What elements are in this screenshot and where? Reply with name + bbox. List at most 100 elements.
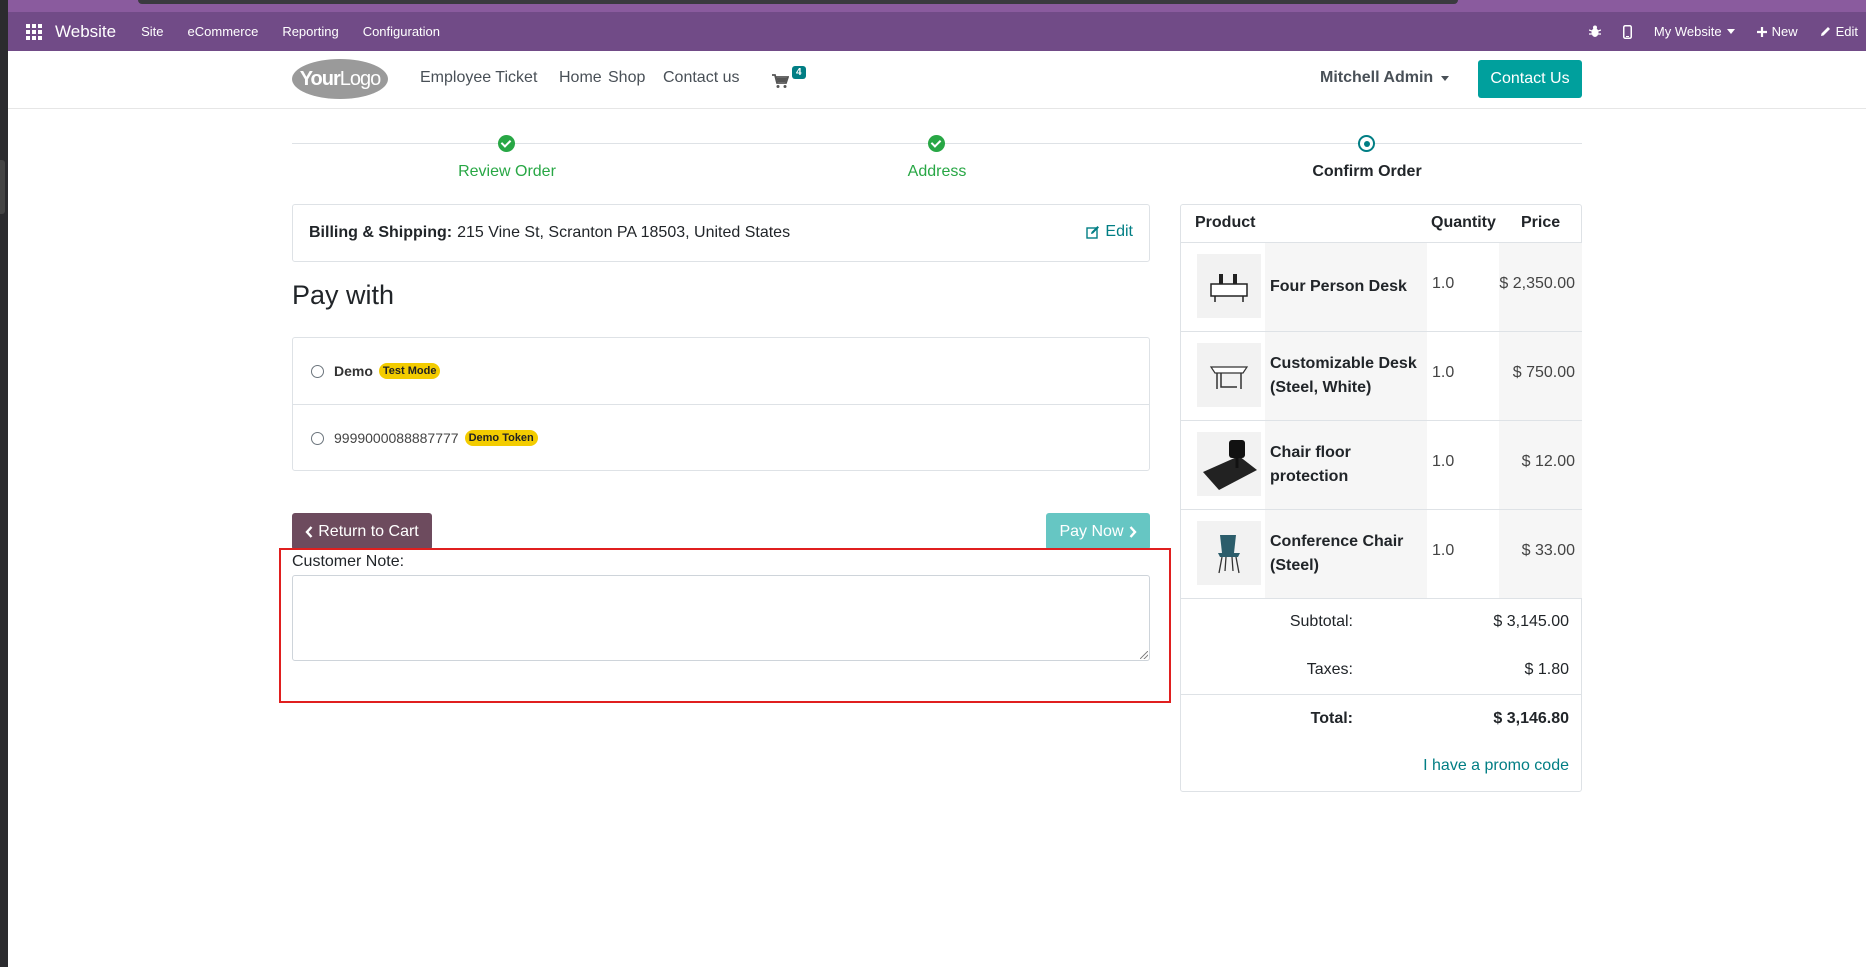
product-price: $ 750.00 [1512, 364, 1575, 381]
table-row: Customizable Desk (Steel, White) 1.0 $ 7… [1181, 332, 1582, 421]
app-name[interactable]: Website [55, 22, 116, 42]
test-mode-badge: Test Mode [378, 363, 441, 379]
order-summary: Product Quantity Price Four Person Desk … [1180, 204, 1582, 792]
table-row: Chair floor protection 1.0 $ 12.00 [1181, 421, 1582, 510]
step-confirm-order: Confirm Order [1312, 163, 1422, 180]
plus-icon [1756, 26, 1767, 37]
product-name[interactable]: Conference Chair (Steel) [1270, 510, 1420, 598]
billing-address: 215 Vine St, Scranton PA 18503, United S… [457, 224, 791, 241]
subtotal-row: Subtotal: $ 3,145.00 [1181, 599, 1581, 647]
pencil-icon [1820, 27, 1830, 36]
step-review-order-check-icon [498, 135, 515, 152]
subtotal-value: $ 3,145.00 [1493, 613, 1569, 630]
contact-us-button[interactable]: Contact Us [1478, 60, 1582, 98]
user-name: Mitchell Admin [1320, 69, 1434, 86]
cart-link[interactable]: 4 [772, 66, 806, 93]
billing-edit-link[interactable]: Edit [1086, 223, 1133, 241]
taxes-label: Taxes: [1306, 661, 1353, 678]
logo-text-light: Logo [339, 67, 381, 90]
resize-grip-icon[interactable] [1140, 651, 1148, 659]
site-logo[interactable]: Your Logo [292, 59, 388, 99]
customer-note-label: Customer Note: [292, 553, 405, 570]
product-qty: 1.0 [1432, 275, 1455, 292]
product-image-floor-protection[interactable] [1197, 432, 1261, 496]
product-qty: 1.0 [1432, 453, 1455, 470]
billing-label: Billing & Shipping: [309, 224, 453, 241]
header-quantity: Quantity [1431, 214, 1496, 231]
new-label: New [1771, 24, 1798, 39]
nav-contact-us[interactable]: Contact us [663, 69, 739, 87]
billing-shipping-card: Billing & Shipping: 215 Vine St, Scranto… [292, 204, 1150, 262]
subtotal-label: Subtotal: [1289, 613, 1353, 630]
product-name[interactable]: Four Person Desk [1270, 243, 1420, 331]
demo-token-badge: Demo Token [464, 430, 538, 446]
logo-text-bold: Your [299, 67, 341, 90]
left-window-edge [0, 0, 8, 967]
bug-icon[interactable] [1588, 25, 1601, 38]
product-name[interactable]: Chair floor protection [1270, 421, 1420, 509]
menu-reporting[interactable]: Reporting [282, 24, 338, 39]
product-image-conference-chair[interactable] [1197, 521, 1261, 585]
step-address[interactable]: Address [837, 163, 1037, 181]
promo-code-link[interactable]: I have a promo code [1423, 757, 1569, 775]
edit-button[interactable]: Edit [1820, 24, 1858, 39]
product-image-desk[interactable] [1197, 254, 1261, 318]
product-price: $ 2,350.00 [1499, 275, 1575, 292]
nav-shop[interactable]: Shop [608, 69, 645, 87]
mobile-preview-icon[interactable] [1622, 24, 1632, 39]
payment-option-demo[interactable]: Demo Test Mode [293, 338, 1149, 404]
product-qty: 1.0 [1432, 364, 1455, 381]
website-selector[interactable]: My Website [1654, 24, 1735, 39]
customer-note-textarea[interactable] [292, 575, 1150, 661]
payment-option-token[interactable]: 9999000088887777 Demo Token [293, 405, 1149, 471]
payment-radio-token[interactable] [311, 431, 324, 445]
pay-now-button[interactable]: Pay Now [1046, 513, 1150, 550]
product-image-custom-desk[interactable] [1197, 343, 1261, 407]
edit-icon [1086, 226, 1100, 239]
step-review-order[interactable]: Review Order [407, 163, 607, 181]
table-row: Conference Chair (Steel) 1.0 $ 33.00 [1181, 510, 1582, 599]
step-confirm-order-dot-icon [1358, 135, 1375, 152]
product-name[interactable]: Customizable Desk (Steel, White) [1270, 332, 1420, 420]
billing-edit-label: Edit [1105, 223, 1133, 240]
header-price: Price [1521, 214, 1561, 231]
product-price: $ 12.00 [1521, 453, 1575, 470]
taxes-value: $ 1.80 [1524, 661, 1569, 678]
website-header: Your Logo Employee Ticket Home Shop Conta… [8, 51, 1866, 109]
website-selector-label: My Website [1653, 24, 1722, 39]
edit-label: Edit [1835, 24, 1858, 39]
cart-count-badge: 4 [792, 66, 806, 79]
payment-radio-demo[interactable] [311, 364, 324, 378]
total-value: $ 3,146.80 [1493, 710, 1569, 727]
payment-options-list: Demo Test Mode 9999000088887777 Demo Tok… [292, 337, 1150, 471]
shopping-cart-icon [772, 74, 789, 88]
total-row: Total: $ 3,146.80 [1181, 696, 1581, 744]
taxes-row: Taxes: $ 1.80 [1181, 647, 1581, 695]
nav-home[interactable]: Home [559, 69, 602, 87]
return-to-cart-button[interactable]: Return to Cart [292, 513, 432, 550]
step-address-check-icon [928, 135, 945, 152]
pay-with-heading: Pay with [292, 280, 395, 310]
total-label: Total: [1310, 710, 1353, 727]
payment-token-name: 9999000088887777 [334, 430, 459, 446]
nav-employee-ticket[interactable]: Employee Ticket [420, 69, 537, 87]
admin-navbar: Website Site eCommerce Reporting Configu… [8, 12, 1866, 51]
return-to-cart-label: Return to Cart [318, 522, 419, 540]
product-price: $ 33.00 [1521, 542, 1575, 559]
summary-header: Product Quantity Price [1181, 205, 1581, 243]
pay-now-label: Pay Now [1059, 522, 1124, 540]
user-menu[interactable]: Mitchell Admin [1320, 69, 1450, 87]
window-top-strip [8, 0, 1866, 12]
chevron-left-icon [305, 525, 313, 538]
menu-configuration[interactable]: Configuration [363, 24, 440, 39]
caret-down-icon [1726, 29, 1735, 34]
table-row: Four Person Desk 1.0 $ 2,350.00 [1181, 243, 1582, 332]
new-button[interactable]: New [1756, 24, 1798, 39]
chevron-right-icon [1129, 525, 1137, 538]
apps-menu-icon[interactable] [26, 23, 42, 40]
product-qty: 1.0 [1432, 542, 1455, 559]
menu-site[interactable]: Site [141, 24, 163, 39]
menu-ecommerce[interactable]: eCommerce [188, 24, 259, 39]
payment-option-name: Demo [334, 363, 373, 379]
caret-down-icon [1441, 75, 1450, 81]
